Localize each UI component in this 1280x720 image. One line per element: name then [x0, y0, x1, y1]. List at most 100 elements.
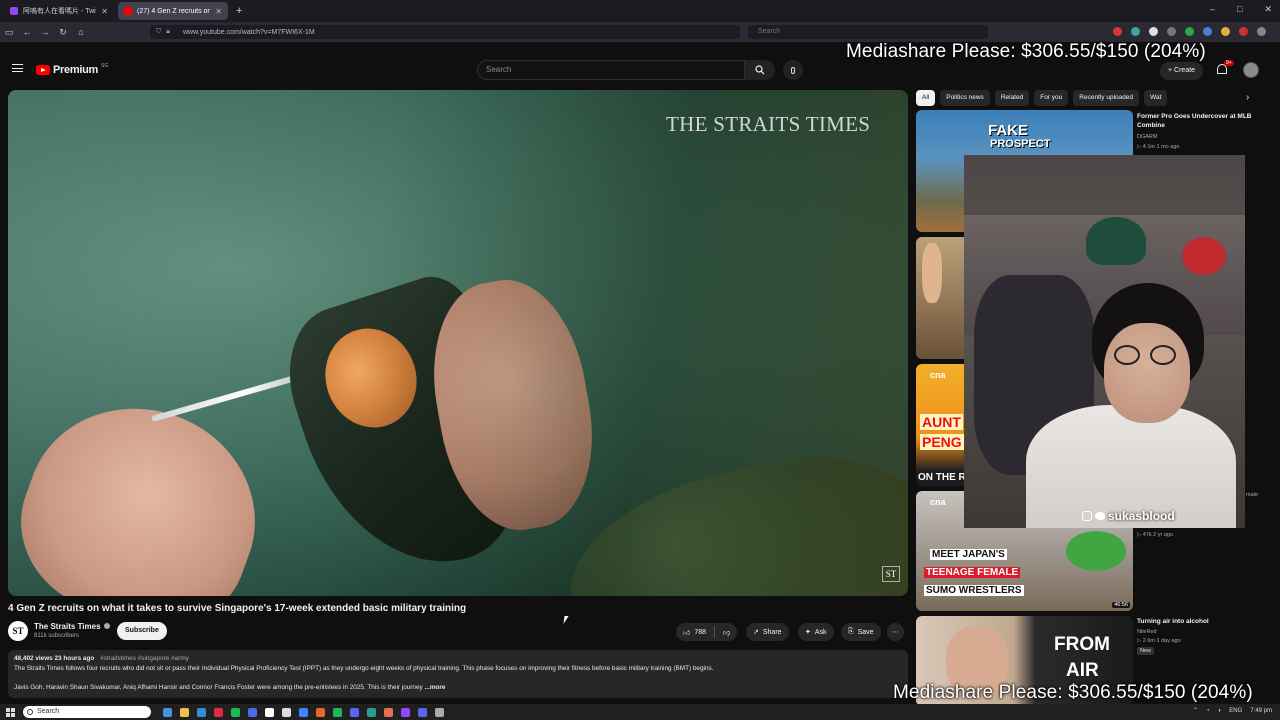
voice-search-button[interactable] — [783, 60, 803, 80]
chip-for-you[interactable]: For you — [1034, 90, 1069, 106]
home-icon[interactable]: ⌂ — [72, 27, 90, 37]
menu-icon[interactable] — [12, 64, 23, 72]
maximize-icon[interactable]: □ — [1237, 4, 1242, 15]
taskbar-apps — [163, 707, 444, 717]
ask-button[interactable]: ✦ Ask — [798, 623, 834, 641]
share-label: Share — [762, 628, 782, 636]
extension-icon[interactable] — [1149, 27, 1158, 36]
region-code: SG — [100, 63, 109, 69]
app-icon[interactable] — [163, 707, 172, 717]
share-button[interactable]: ↗ Share — [746, 623, 789, 641]
recommended-meta: ▷ 4.1m 1 mo ago — [1137, 144, 1180, 150]
channel-watermark-logo[interactable]: ST — [882, 566, 900, 582]
recommended-channel[interactable]: DGARM — [1137, 133, 1157, 141]
clock[interactable]: 7:49 pm — [1250, 708, 1272, 714]
subscribe-button[interactable]: Subscribe — [117, 622, 167, 640]
search-input[interactable]: Search — [477, 60, 745, 80]
extension-icon[interactable] — [1257, 27, 1266, 36]
mic-icon — [791, 66, 795, 74]
extension-icon[interactable] — [1221, 27, 1230, 36]
back-icon[interactable]: ← — [18, 27, 36, 37]
channel-avatar[interactable]: ST — [8, 621, 28, 641]
twitter-icon — [1095, 512, 1105, 520]
tab-youtube[interactable]: (27) 4 Gen Z recruits on wh ✕ — [118, 2, 228, 20]
instagram-icon — [1082, 511, 1092, 521]
new-tab-button[interactable]: + — [236, 5, 242, 17]
more-icon: ⋯ — [892, 629, 899, 636]
app-icon[interactable] — [384, 707, 393, 717]
forward-icon[interactable]: → — [36, 27, 54, 37]
more-actions-button[interactable]: ⋯ — [887, 623, 904, 641]
thumbnail-text: AIR — [1066, 660, 1099, 681]
recommended-meta: ▷ 47k 2 yr ago — [1137, 532, 1174, 538]
video-watermark: THE STRAITS TIMES — [666, 112, 871, 136]
app-icon[interactable] — [214, 707, 223, 717]
like-count: 788 — [694, 628, 707, 636]
extension-icon[interactable] — [1167, 27, 1176, 36]
youtube-logo[interactable]: Premium SG — [36, 63, 109, 76]
app-icon[interactable] — [350, 707, 359, 717]
chip-all[interactable]: All — [916, 90, 936, 106]
extensions-toolbar — [1113, 27, 1266, 36]
app-icon[interactable] — [180, 707, 189, 717]
video-player[interactable]: THE STRAITS TIMES ST — [8, 90, 908, 596]
video-description[interactable]: 48,402 views 23 hours ago #straitstimes … — [8, 650, 908, 698]
app-icon[interactable] — [435, 707, 444, 717]
app-icon[interactable] — [333, 707, 342, 717]
account-avatar[interactable] — [1243, 62, 1259, 78]
wifi-icon[interactable]: ◔ — [1206, 708, 1210, 714]
extension-icon[interactable] — [1239, 27, 1248, 36]
save-button[interactable]: ⎘ Save — [841, 623, 881, 641]
extension-icon[interactable] — [1131, 27, 1140, 36]
app-icon[interactable] — [316, 707, 325, 717]
app-icon[interactable] — [282, 707, 291, 717]
mouse-cursor — [563, 616, 569, 624]
app-icon[interactable] — [265, 707, 274, 717]
extension-icon[interactable] — [1113, 27, 1122, 36]
chip-politics-news[interactable]: Politics news — [940, 90, 990, 106]
browser-search-input[interactable]: Search — [748, 25, 988, 39]
thumbnail-text: MEET JAPAN'S — [930, 549, 1007, 560]
sidebar-toggle-icon[interactable]: ▭ — [0, 27, 18, 38]
tab-label: (27) 4 Gen Z recruits on wh — [137, 7, 211, 15]
hashtags[interactable]: #straitstimes #singapore #army — [100, 655, 189, 662]
reload-icon[interactable]: ↻ — [54, 27, 72, 38]
recommended-channel[interactable]: NileRed — [1137, 628, 1157, 636]
recommended-title-fragment[interactable]: male — [1246, 491, 1258, 499]
thumbs-down-icon[interactable]: 👎︎ — [723, 628, 730, 637]
taskbar-search[interactable]: Search — [23, 706, 151, 718]
close-window-icon[interactable]: ✕ — [1264, 4, 1272, 15]
recommended-title[interactable]: Former Pro Goes Undercover at MLB Combin… — [1137, 112, 1257, 130]
app-icon[interactable] — [401, 707, 410, 717]
recommended-title[interactable]: Turning air into alcohol — [1137, 617, 1257, 626]
tab-twitch[interactable]: 阿嗚有人在看嗎片 - Twitch ✕ — [4, 2, 114, 20]
app-icon[interactable] — [231, 707, 240, 717]
extension-icon[interactable] — [1185, 27, 1194, 36]
language-indicator[interactable]: ENG — [1229, 708, 1242, 714]
app-icon[interactable] — [299, 707, 308, 717]
app-icon[interactable] — [248, 707, 257, 717]
app-icon[interactable] — [418, 707, 427, 717]
show-more-link[interactable]: ...more — [425, 684, 446, 691]
like-button[interactable]: 👍︎ 788 👎︎ — [676, 623, 738, 641]
windows-taskbar: Search ⌃ ◔ ◖ ENG 7:49 pm — [0, 704, 1280, 720]
chip-related[interactable]: Related — [994, 90, 1030, 106]
search-button[interactable] — [745, 60, 775, 80]
windows-start-icon[interactable] — [6, 707, 15, 717]
volume-icon[interactable]: ◖ — [1218, 708, 1222, 714]
logo-text: Premium — [53, 64, 98, 76]
description-line: The Straits Times follows four recruits … — [14, 665, 714, 672]
app-icon[interactable] — [367, 707, 376, 717]
chevron-up-icon[interactable]: ⌃ — [1193, 707, 1198, 714]
address-bar[interactable]: ⛉ 🔒︎ www.youtube.com/watch?v=M7FWI6X-1M — [150, 25, 740, 39]
chevron-right-icon[interactable]: › — [1246, 92, 1249, 103]
app-icon[interactable] — [197, 707, 206, 717]
chip-recently-uploaded[interactable]: Recently uploaded — [1073, 90, 1140, 106]
close-icon[interactable]: ✕ — [101, 7, 108, 16]
channel-name[interactable]: The Straits Times — [34, 622, 110, 631]
close-icon[interactable]: ✕ — [215, 7, 222, 16]
chip-watched[interactable]: Wat — [1144, 90, 1168, 106]
create-button[interactable]: + Create — [1160, 62, 1204, 80]
minimize-icon[interactable]: – — [1210, 4, 1215, 15]
extension-icon[interactable] — [1203, 27, 1212, 36]
